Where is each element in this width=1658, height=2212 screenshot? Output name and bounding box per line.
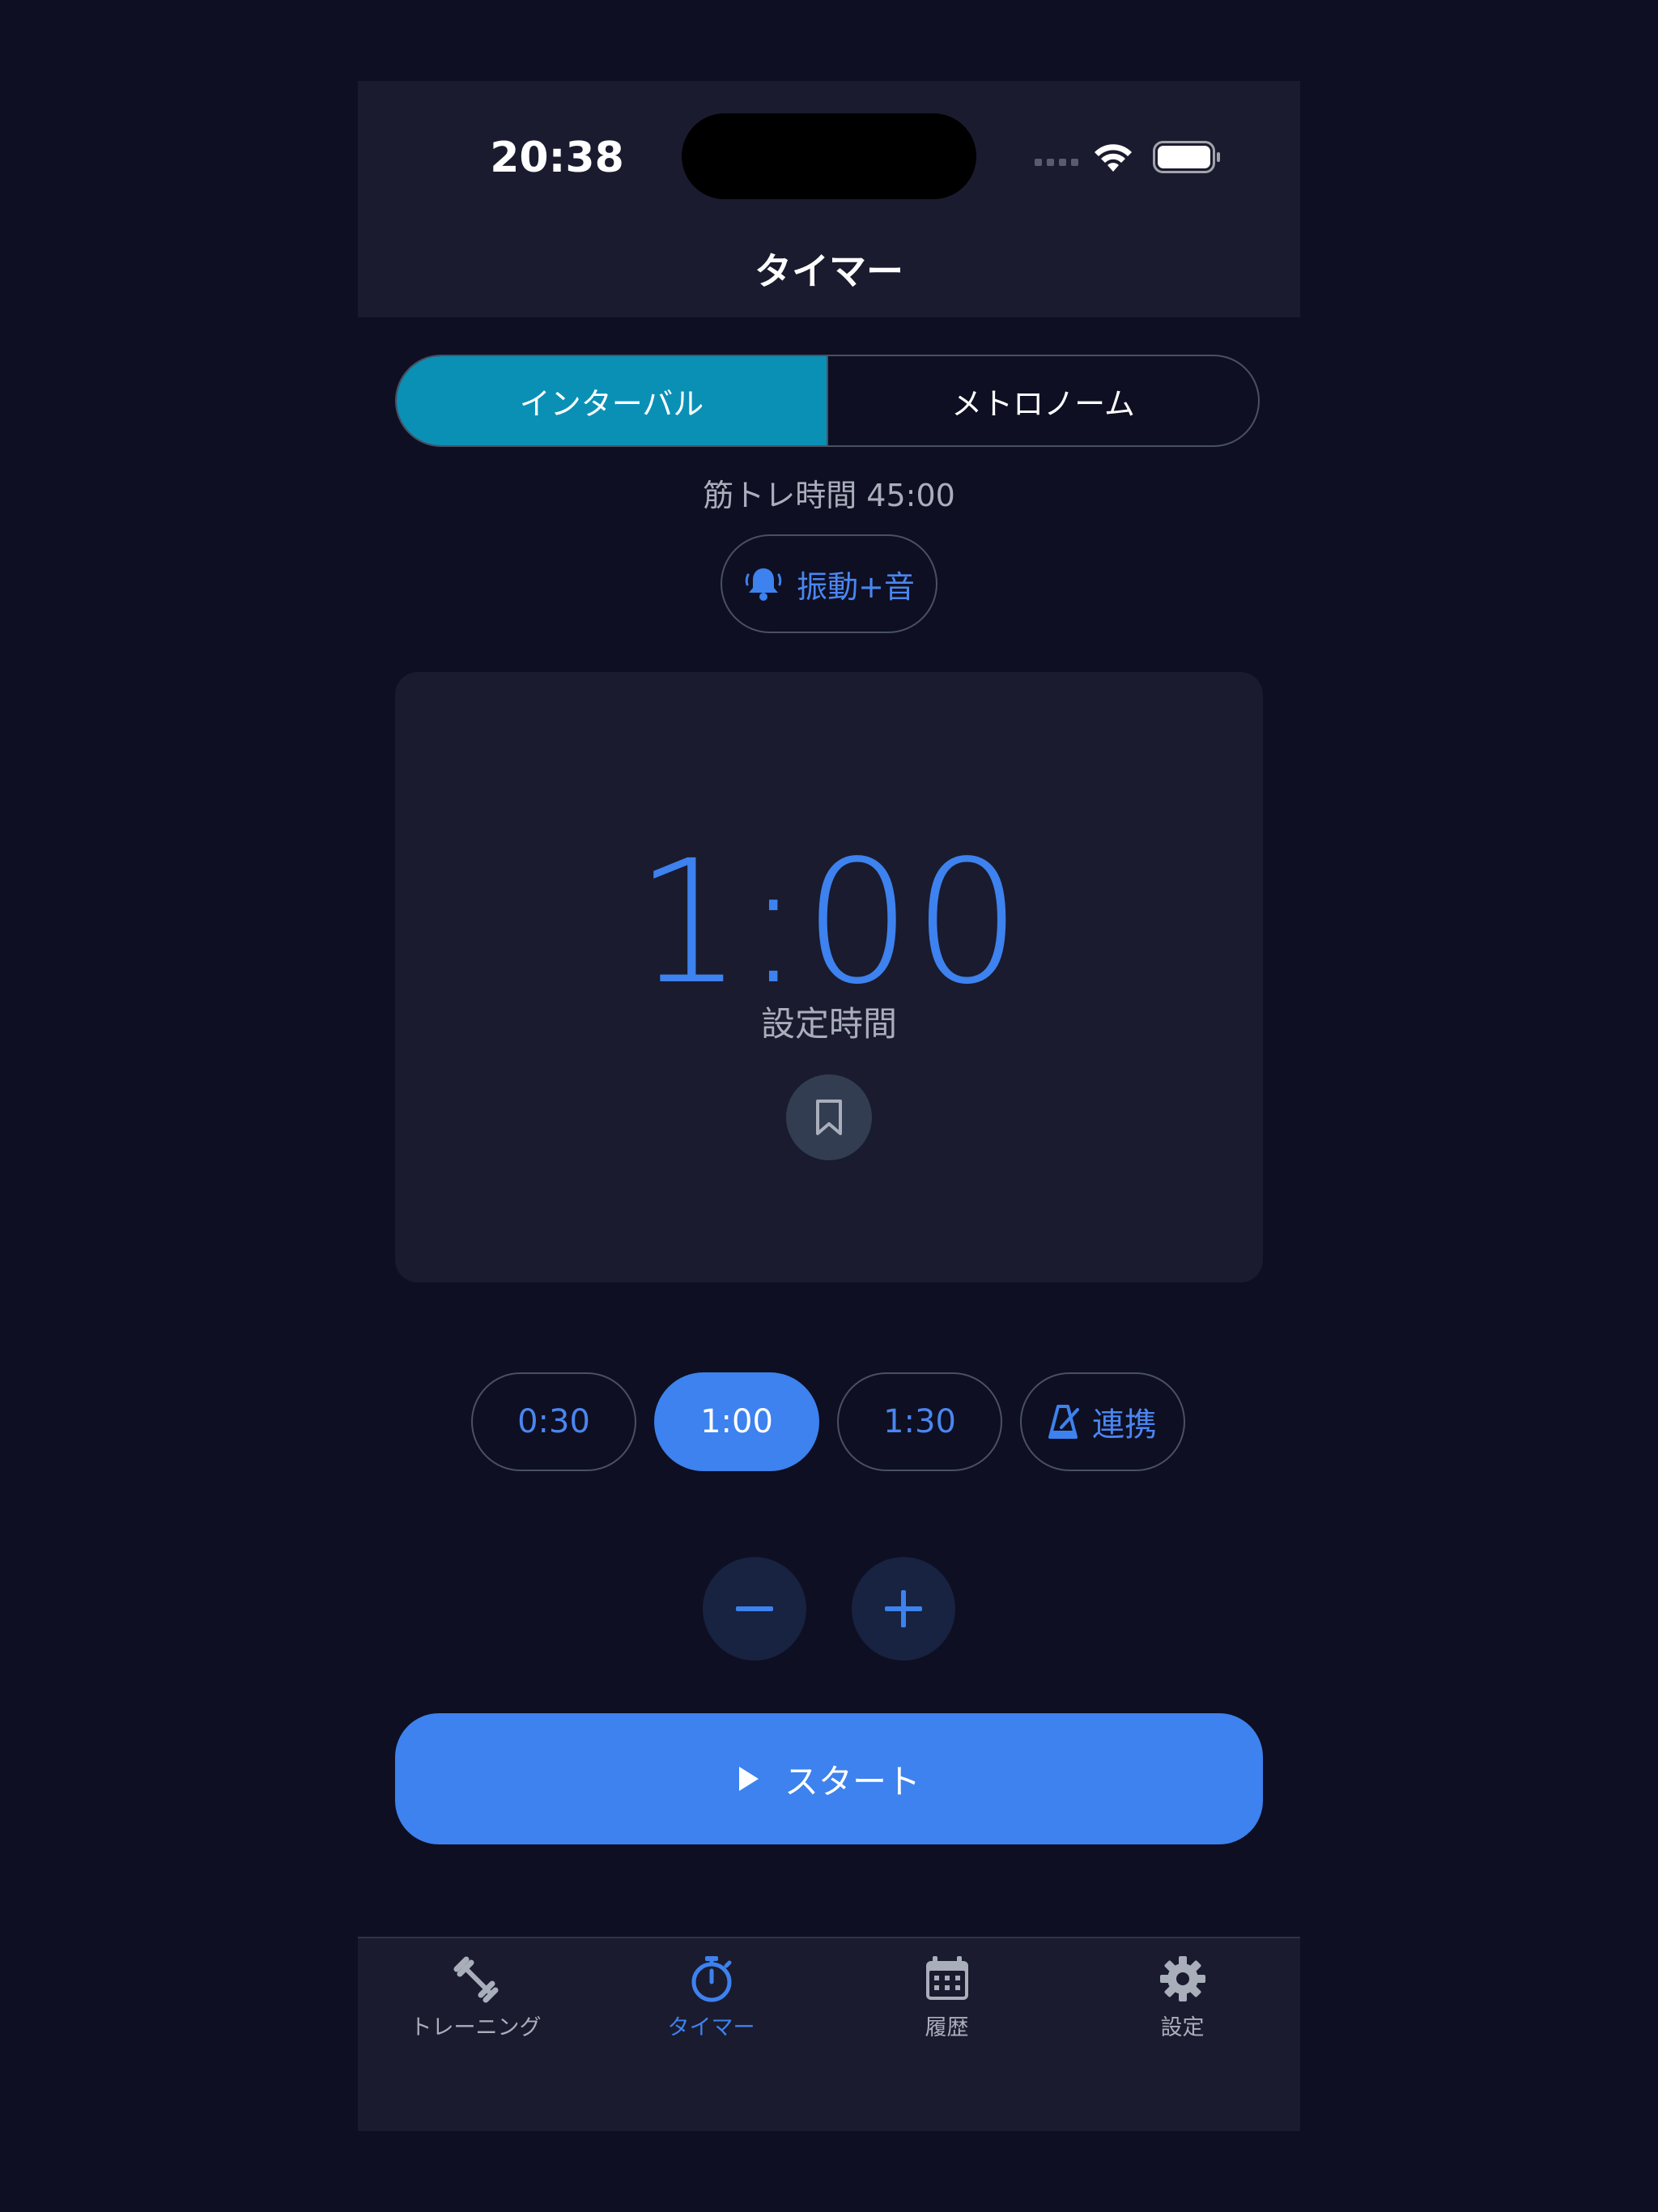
timer-display: 1:00 (635, 823, 1023, 1022)
preset-label: 0:30 (517, 1403, 590, 1440)
phone-screen: 20:38 タイマー インターバル メトロノーム 筋トレ時間 45:00 振動+… (358, 81, 1300, 2131)
mode-segmented-control: インターバル メトロノーム (395, 355, 1260, 447)
page-title: タイマー (755, 249, 903, 293)
alert-mode-label: 振動+音 (797, 568, 915, 605)
tab-bar: トレーニング タイマー 履歴 設定 (358, 1937, 1300, 2131)
status-time: 20:38 (490, 134, 624, 182)
preset-label: 連携 (1092, 1406, 1157, 1444)
increase-button[interactable] (852, 1557, 955, 1661)
wifi-icon (1095, 144, 1132, 172)
link-metronome-button[interactable]: 連携 (1020, 1372, 1185, 1471)
dumbbell-icon (453, 1956, 498, 2003)
alert-mode-button[interactable]: 振動+音 (721, 534, 937, 633)
preset-row: 0:30 1:00 1:30 連携 (471, 1372, 1187, 1471)
preset-label: 1:00 (700, 1403, 773, 1440)
session-duration: 筋トレ時間 45:00 (703, 478, 955, 513)
preset-label: 1:30 (883, 1403, 956, 1440)
gear-icon (1159, 1956, 1205, 2001)
tab-label: タイマー (667, 2015, 755, 2040)
battery-icon (1153, 141, 1220, 173)
bell-icon (745, 568, 782, 601)
dynamic-island (682, 113, 976, 199)
timer-label: 設定時間 (760, 1004, 897, 1044)
tab-label: 履歴 (925, 2015, 969, 2040)
tab-label: トレーニング (410, 2015, 542, 2040)
timer-card: 1:00 設定時間 (395, 672, 1263, 1283)
tab-label: 設定 (1160, 2015, 1205, 2040)
stopwatch-icon (691, 1956, 731, 2002)
tab-settings[interactable]: 設定 (1065, 1955, 1300, 2052)
header: 20:38 タイマー (358, 81, 1300, 317)
cellular-signal-icon (1035, 159, 1078, 166)
bookmark-icon (816, 1100, 842, 1135)
play-icon (738, 1767, 759, 1791)
tab-interval[interactable]: インターバル (397, 356, 827, 445)
decrease-button[interactable] (703, 1557, 806, 1661)
bookmark-button[interactable] (786, 1074, 872, 1160)
plus-icon (885, 1590, 922, 1627)
minus-icon (736, 1606, 773, 1611)
preset-1-00-button[interactable]: 1:00 (654, 1372, 819, 1471)
start-label: スタート (784, 1761, 920, 1802)
preset-1-30-button[interactable]: 1:30 (837, 1372, 1002, 1471)
calendar-icon (925, 1956, 968, 2000)
tab-timer[interactable]: タイマー (593, 1955, 829, 2052)
tab-metronome[interactable]: メトロノーム (827, 356, 1258, 445)
start-button[interactable]: スタート (395, 1713, 1263, 1844)
preset-0-30-button[interactable]: 0:30 (471, 1372, 636, 1471)
tab-history[interactable]: 履歴 (829, 1955, 1065, 2052)
metronome-icon (1048, 1405, 1079, 1439)
tab-training[interactable]: トレーニング (358, 1955, 593, 2052)
